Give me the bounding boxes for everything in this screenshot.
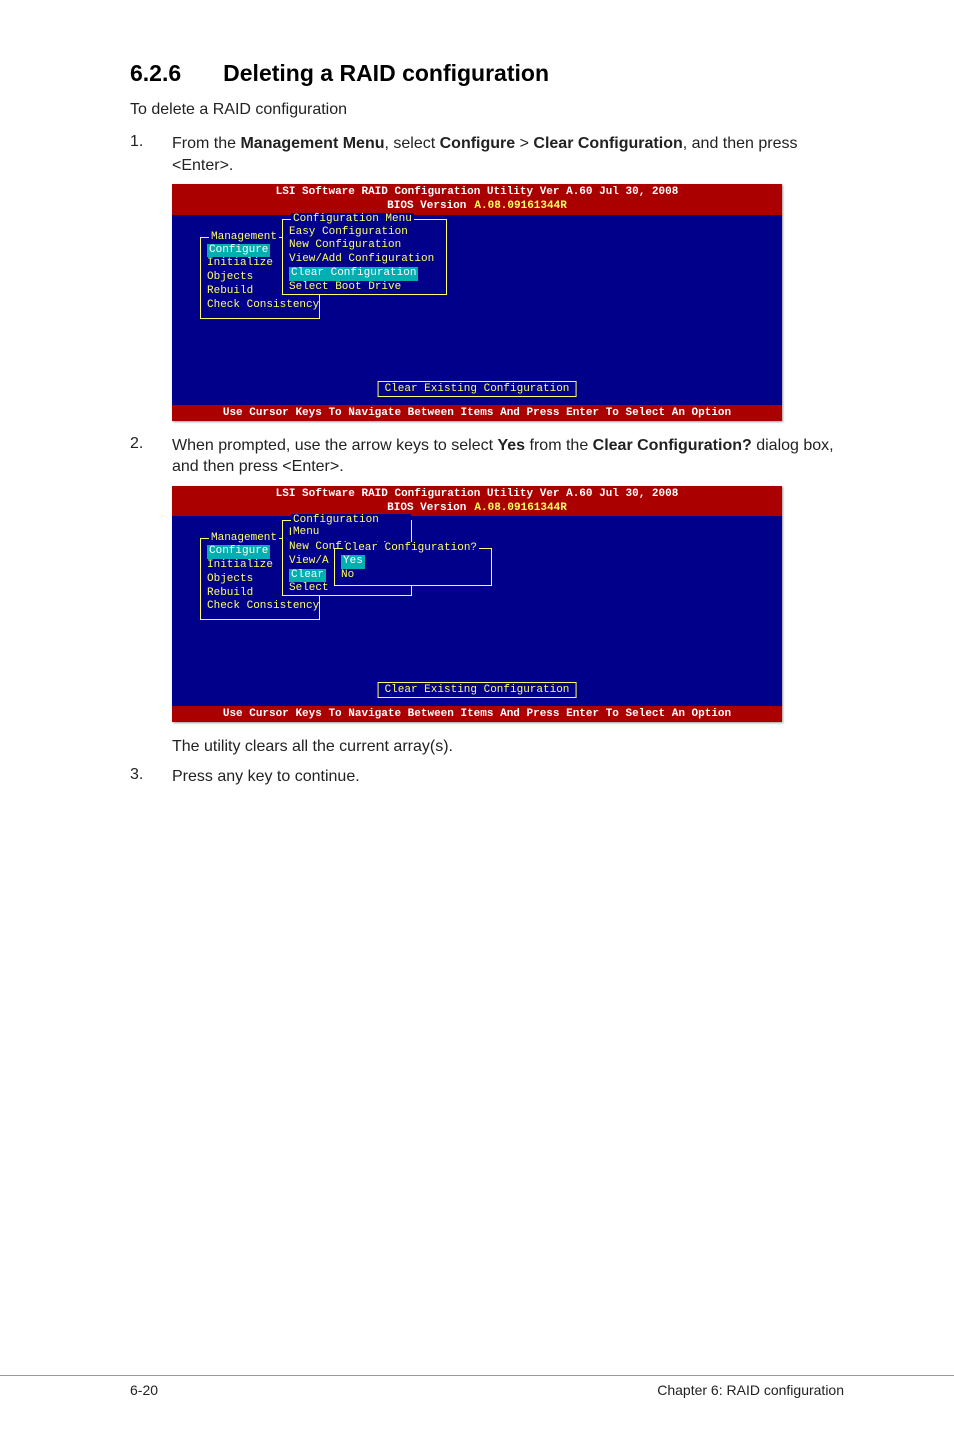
management-panel-title: Management: [209, 532, 279, 544]
step-2-continuation: The utility clears all the current array…: [130, 736, 844, 758]
bios-footer: Use Cursor Keys To Navigate Between Item…: [172, 405, 782, 421]
configuration-menu-panel: Configuration Menu Easy Configuration Ne…: [282, 219, 447, 295]
section-number: 6.2.6: [130, 60, 181, 87]
text: from the: [525, 437, 593, 454]
step-number: 2.: [130, 435, 172, 478]
bios-version-label: BIOS Version: [387, 502, 466, 514]
step-number: 3.: [130, 766, 172, 788]
bios-footer: Use Cursor Keys To Navigate Between Item…: [172, 706, 782, 722]
page-footer: 6-20 Chapter 6: RAID configuration: [0, 1375, 954, 1398]
bold-configure: Configure: [440, 135, 516, 152]
description-box: Clear Existing Configuration: [378, 682, 577, 698]
step-number: 1.: [130, 133, 172, 176]
bios-header: LSI Software RAID Configuration Utility …: [172, 486, 782, 517]
mgmt-item-check[interactable]: Check Consistency: [207, 600, 313, 614]
step-number-empty: [130, 736, 172, 758]
management-panel-title: Management: [209, 231, 279, 243]
step-3: 3. Press any key to continue.: [130, 766, 844, 788]
clear-item-yes[interactable]: Yes: [341, 555, 365, 569]
cfg-item-new[interactable]: New Configuration: [289, 239, 440, 253]
chapter-label: Chapter 6: RAID configuration: [657, 1382, 844, 1398]
text: , select: [384, 135, 439, 152]
bold-yes: Yes: [497, 437, 525, 454]
clear-item-no[interactable]: No: [341, 569, 485, 583]
description-text: Clear Existing Configuration: [385, 383, 570, 395]
bold-management-menu: Management Menu: [240, 135, 384, 152]
cfg-item-selectboot[interactable]: Select Boot Drive: [289, 281, 440, 295]
text: From the: [172, 135, 240, 152]
step-body: The utility clears all the current array…: [172, 736, 844, 758]
bios-version-value: A.08.09161344R: [474, 502, 566, 514]
section-heading: 6.2.6 Deleting a RAID configuration: [130, 60, 844, 87]
text: When prompted, use the arrow keys to sel…: [172, 437, 497, 454]
bios-screenshot-2: LSI Software RAID Configuration Utility …: [172, 486, 782, 723]
step-2: 2. When prompted, use the arrow keys to …: [130, 435, 844, 478]
step-1: 1. From the Management Menu, select Conf…: [130, 133, 844, 176]
bios-title-line1: LSI Software RAID Configuration Utility …: [172, 488, 782, 502]
bios-title-line1: LSI Software RAID Configuration Utility …: [172, 186, 782, 200]
configuration-menu-title: Configuration Menu: [291, 213, 414, 225]
description-box: Clear Existing Configuration: [378, 381, 577, 397]
step-body: Press any key to continue.: [172, 766, 844, 788]
cfg-item-clear-short[interactable]: Clear: [289, 569, 326, 583]
text: >: [515, 135, 533, 152]
bios-header: LSI Software RAID Configuration Utility …: [172, 184, 782, 215]
section-title-text: Deleting a RAID configuration: [223, 60, 549, 86]
bold-clear-configuration: Clear Configuration: [533, 135, 682, 152]
description-text: Clear Existing Configuration: [385, 684, 570, 696]
bold-clear-configuration-q: Clear Configuration?: [593, 437, 752, 454]
step-body: When prompted, use the arrow keys to sel…: [172, 435, 844, 478]
bios-version-label: BIOS Version: [387, 200, 466, 212]
intro-text: To delete a RAID configuration: [130, 101, 844, 119]
mgmt-item-configure[interactable]: Configure: [207, 244, 270, 258]
page-number: 6-20: [130, 1382, 158, 1398]
step-body: From the Management Menu, select Configu…: [172, 133, 844, 176]
bios-screenshot-1: LSI Software RAID Configuration Utility …: [172, 184, 782, 421]
clear-configuration-title: Clear Configuration?: [343, 542, 479, 554]
cfg-item-viewadd[interactable]: View/Add Configuration: [289, 253, 440, 267]
bios-version-value: A.08.09161344R: [474, 200, 566, 212]
mgmt-item-check[interactable]: Check Consistency: [207, 299, 313, 313]
cfg-item-easy[interactable]: Easy Configuration: [289, 226, 440, 240]
clear-configuration-panel: Clear Configuration? Yes No: [334, 548, 492, 586]
cfg-item-clear[interactable]: Clear Configuration: [289, 267, 418, 281]
configuration-menu-title: Configuration Menu: [291, 514, 411, 538]
mgmt-item-configure[interactable]: Configure: [207, 545, 270, 559]
